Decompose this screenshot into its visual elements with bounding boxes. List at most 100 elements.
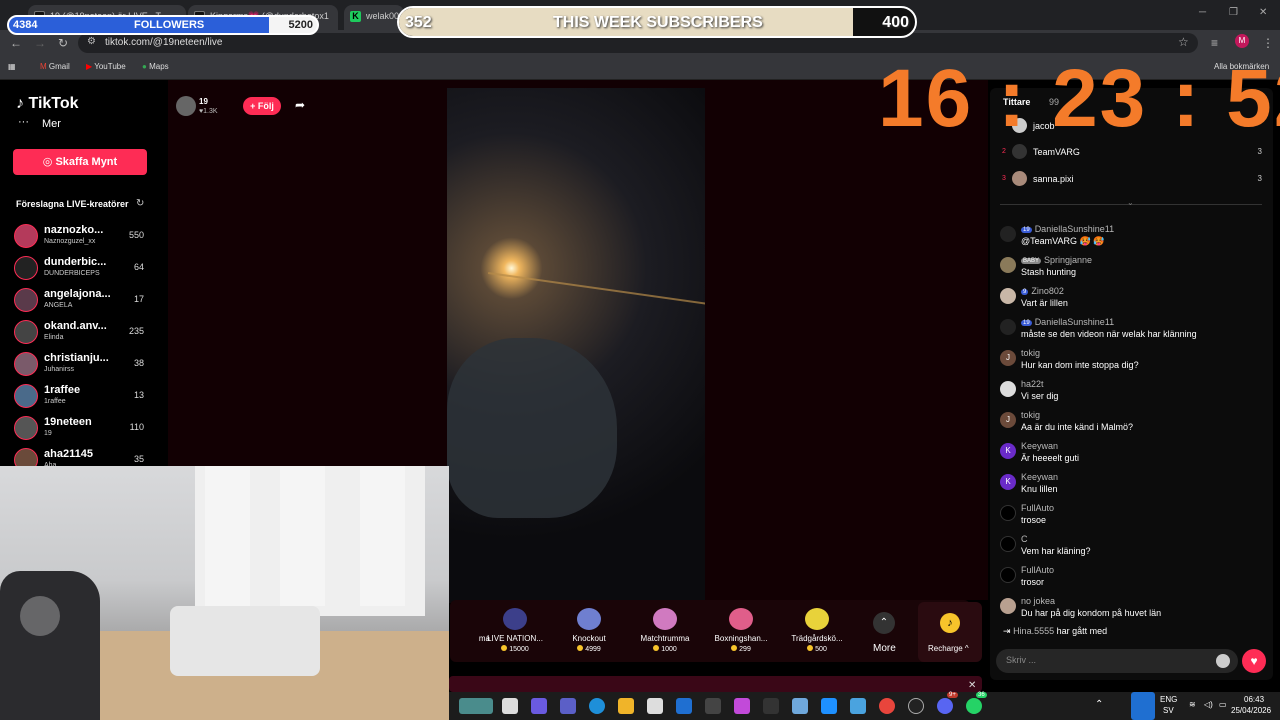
gift-item[interactable]: LIVE NATION... 15000 <box>480 608 550 653</box>
file-explorer-icon[interactable] <box>618 698 634 714</box>
host-name[interactable]: 19 <box>199 97 208 106</box>
refresh-icon[interactable]: ↻ <box>136 198 144 209</box>
more-gifts-label[interactable]: More <box>873 643 896 654</box>
collapse-chevron-icon[interactable]: ⌄ <box>1127 198 1134 207</box>
chat-message[interactable]: FullAuto trosoe <box>1000 503 1270 531</box>
chat-message[interactable]: 19 DaniellaSunshine11 @TeamVARG 🥵 🥵 <box>1000 224 1270 252</box>
gift-item[interactable]: Knockout 4999 <box>554 608 624 653</box>
security-icon[interactable] <box>705 698 721 714</box>
viewer-row[interactable]: 3 sanna.pixi 3 <box>1000 171 1270 189</box>
creator-item[interactable]: dunderbic... DUNDERBICEPS 64 <box>14 254 164 282</box>
site-info-icon[interactable]: ⚙ <box>87 36 96 47</box>
copilot-icon[interactable] <box>531 698 547 714</box>
settings-app-icon[interactable] <box>850 698 866 714</box>
get-coins-button[interactable]: ◎ Skaffa Mynt <box>13 149 147 175</box>
bookmark-gmail[interactable]: M Gmail <box>40 62 70 71</box>
chat-message[interactable]: 9 Zino802 Vart är lillen <box>1000 286 1270 314</box>
chat-username: tokig <box>1021 348 1041 358</box>
chat-message[interactable]: K Keeywan Knu lillen <box>1000 472 1270 500</box>
maximize-icon[interactable]: ❐ <box>1229 7 1238 18</box>
emoji-icon[interactable] <box>1216 654 1230 668</box>
tray-chevron-icon[interactable]: ⌃ <box>1095 699 1103 710</box>
photos-icon[interactable] <box>792 698 808 714</box>
teams-icon[interactable] <box>560 698 576 714</box>
chat-input[interactable]: Skriv ... <box>996 649 1238 673</box>
creator-item[interactable]: christianju... Juhanirss 38 <box>14 350 164 378</box>
outlook-icon[interactable] <box>821 698 837 714</box>
creator-item[interactable]: okand.anv... Elinda 235 <box>14 318 164 346</box>
clock-date[interactable]: 25/04/2026 <box>1231 706 1271 715</box>
mail-icon[interactable] <box>676 698 692 714</box>
reading-list-icon[interactable]: ≡ <box>1211 36 1218 50</box>
bookmark-star-icon[interactable]: ☆ <box>1178 35 1189 49</box>
chat-message[interactable]: 19 DaniellaSunshine11 måste se den videon… <box>1000 317 1270 345</box>
tab-kick[interactable]: K welak00 S <box>344 5 404 30</box>
language-indicator[interactable]: ENG <box>1160 695 1177 704</box>
microphone-icon[interactable] <box>1131 692 1155 720</box>
whatsapp-icon[interactable] <box>966 698 982 714</box>
creator-item[interactable]: angelajona... ANGELA 17 <box>14 286 164 314</box>
close-icon[interactable]: ✕ <box>968 680 976 691</box>
bookmark-youtube[interactable]: ▶ YouTube <box>86 62 126 71</box>
clock-time[interactable]: 06:43 <box>1244 695 1264 704</box>
ms365-icon[interactable] <box>734 698 750 714</box>
region-indicator[interactable]: SV <box>1163 706 1174 715</box>
widgets-icon[interactable] <box>459 698 493 714</box>
gift-price-value: 4999 <box>585 646 601 653</box>
edge-icon[interactable] <box>589 698 605 714</box>
whatsapp-badge: 36 <box>976 692 987 698</box>
close-window-icon[interactable]: ✕ <box>1259 7 1267 18</box>
chrome-icon[interactable] <box>879 698 895 714</box>
reload-icon[interactable]: ↻ <box>58 36 68 50</box>
store-icon[interactable] <box>647 698 663 714</box>
creator-item[interactable]: 19neteen 19 110 <box>14 414 164 442</box>
creator-nickname: Naznozguzel_xx <box>44 238 96 245</box>
creator-item[interactable]: 1raffee 1raffee 13 <box>14 382 164 410</box>
chat-message[interactable]: K Keeywan Är heeeelt guti <box>1000 441 1270 469</box>
chat-message[interactable]: BABY Springjanne Stash hunting <box>1000 255 1270 283</box>
task-view-icon[interactable] <box>502 698 518 714</box>
creator-item[interactable]: naznozko... Naznozguzel_xx 550 <box>14 222 164 250</box>
bottom-banner[interactable] <box>449 676 982 692</box>
creator-viewer-count: 35 <box>133 454 144 464</box>
discord-icon[interactable] <box>937 698 953 714</box>
more-link[interactable]: Mer <box>42 118 61 130</box>
chat-message[interactable]: FullAuto trosor <box>1000 565 1270 593</box>
follow-button[interactable]: + Följ <box>243 97 281 115</box>
minimize-icon[interactable]: ─ <box>1199 7 1206 18</box>
gift-item[interactable]: Trädgårdskö... 500 <box>782 608 852 653</box>
menu-dots-icon[interactable]: ⋮ <box>1262 36 1274 50</box>
profile-avatar-icon[interactable]: M <box>1235 34 1249 48</box>
tiktok-logo[interactable]: ♪ TikTok <box>16 95 79 113</box>
more-gifts-button[interactable]: ⌃ <box>873 612 895 634</box>
chat-text: Du har på dig kondom på huvet län <box>1021 608 1162 618</box>
more-dots-icon[interactable]: ··· <box>18 116 29 128</box>
live-video[interactable] <box>447 88 705 603</box>
recharge-button[interactable]: ♪ Recharge ^ <box>918 602 982 662</box>
chat-message[interactable]: no jokea Du har på dig kondom på huvet l… <box>1000 596 1270 624</box>
back-icon[interactable]: ← <box>10 36 22 50</box>
gift-icon <box>577 608 601 630</box>
media-player-icon[interactable] <box>763 698 779 714</box>
chat-input-placeholder: Skriv ... <box>1006 655 1037 665</box>
chat-avatar: K <box>1000 474 1016 490</box>
share-icon[interactable]: ➦ <box>295 98 305 112</box>
host-avatar[interactable] <box>176 96 196 116</box>
gift-item[interactable]: Boxningshan... 299 <box>706 608 776 653</box>
chat-message[interactable]: J tokig Aa är du inte känd i Malmö? <box>1000 410 1270 438</box>
volume-icon[interactable]: ◁) <box>1204 700 1213 709</box>
like-heart-button[interactable]: ♥ <box>1242 649 1266 673</box>
viewer-row[interactable]: 2 TeamVARG 3 <box>1000 144 1270 162</box>
obs-icon[interactable] <box>908 698 924 714</box>
join-username[interactable]: Hina.5555 <box>1013 626 1054 636</box>
forward-icon[interactable]: → <box>34 36 46 50</box>
chat-message[interactable]: C Vem har kläning? <box>1000 534 1270 562</box>
gift-item[interactable]: Matchtrumma 1000 <box>630 608 700 653</box>
chat-message[interactable]: J tokig Hur kan dom inte stoppa dig? <box>1000 348 1270 376</box>
chat-message[interactable]: ha22t Vi ser dig <box>1000 379 1270 407</box>
bookmark-maps[interactable]: ● Maps <box>142 62 169 71</box>
battery-icon[interactable]: ▭ <box>1219 700 1227 709</box>
wifi-icon[interactable]: ≋ <box>1189 700 1196 709</box>
apps-grid-icon[interactable]: ▦ <box>8 62 16 71</box>
chat-avatar <box>1000 381 1016 397</box>
